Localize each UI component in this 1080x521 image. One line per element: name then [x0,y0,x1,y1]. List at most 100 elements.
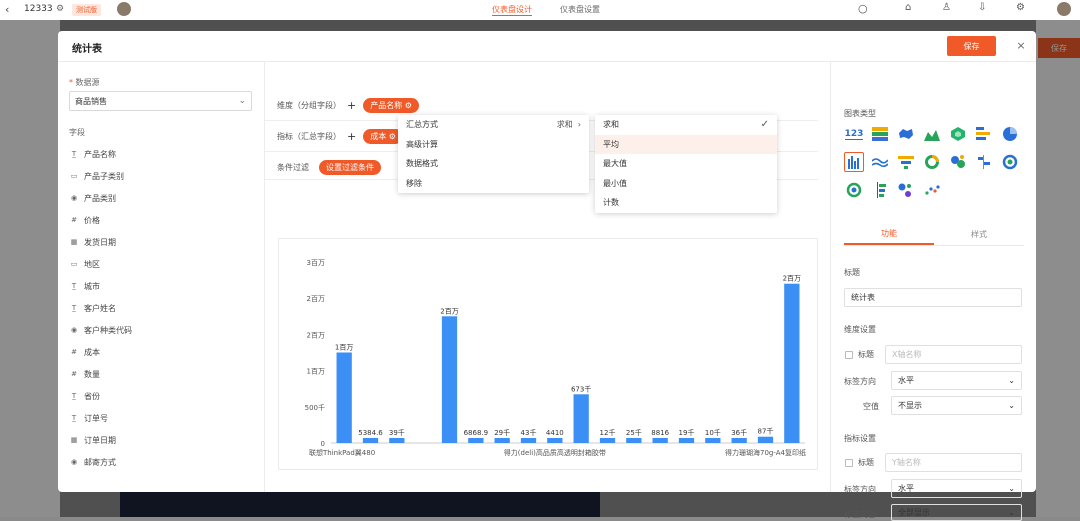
y-axis-name-input[interactable]: Y轴名称 [885,453,1022,472]
field-item[interactable]: T̲ 产品名称 [69,143,132,165]
label-content-label: 标签内容 [844,510,876,519]
save-button[interactable]: 保存 [947,36,996,56]
dimension-label: 维度（分组字段） [277,101,341,110]
x-axis-name-input[interactable]: X轴名称 [885,345,1022,364]
submenu-item-max[interactable]: 最大值 [595,154,777,174]
field-item[interactable]: T̲ 订单号 [69,407,132,429]
map-chart-icon[interactable] [896,124,916,144]
datasource-label: * 数据源 [69,78,100,87]
label-direction-select[interactable]: 水平 ⌄ [891,371,1022,390]
donut-chart-icon[interactable] [922,152,942,172]
settings-icon[interactable]: ⚙ [56,4,64,14]
y-tick-label: 1百万 [307,368,325,376]
scatter-bubble-icon[interactable] [896,180,916,200]
field-item[interactable]: T̲ 客户姓名 [69,297,132,319]
menu-item-advanced[interactable]: 高级计算 [398,135,589,155]
field-item[interactable]: # 价格 [69,209,132,231]
add-dimension-icon[interactable]: + [347,99,356,112]
area-chart-icon[interactable] [922,124,942,144]
search-icon[interactable]: ○ [858,2,868,15]
menu-item-label: 高级计算 [406,139,438,149]
y-tick-label: 500千 [305,403,325,412]
tab-dashboard-settings[interactable]: 仪表盘设置 [560,4,600,15]
empty-value-label: 空值 [863,402,879,411]
home-icon[interactable]: ⌂ [905,2,911,13]
field-item[interactable]: ▦ 订单日期 [69,429,132,451]
horizontal-bar-icon[interactable] [974,124,994,144]
shirt-icon[interactable]: ♙ [942,2,951,13]
field-item[interactable]: T̲ 城市 [69,275,132,297]
title-input[interactable]: 统计表 [844,288,1022,307]
settings-tabs: 功能 样式 [844,224,1024,246]
bar-data-label: 8816 [651,429,669,437]
field-item[interactable]: # 成本 [69,341,132,363]
number-field-icon: # [71,216,77,224]
chart-bar [599,438,616,443]
title-label: 标题 [844,268,860,277]
properties-panel: 图表类型 123 功能 样式 标题 统计表 维度设置 标题 X轴名称 标签方向 … [830,62,1036,521]
progress-ring-icon[interactable] [844,180,864,200]
submenu-item-min[interactable]: 最小值 [595,174,777,194]
download-icon[interactable]: ⇩ [978,2,986,13]
profile-avatar[interactable] [1057,2,1071,16]
scatter-chart-icon[interactable] [922,180,942,200]
submenu-item-label: 最小值 [603,178,627,188]
pie-chart-icon[interactable] [1000,124,1020,144]
user-avatar[interactable] [117,2,131,16]
chart-bar [731,438,747,443]
submenu-item-label: 最大值 [603,159,627,169]
tab-style[interactable]: 样式 [934,224,1024,245]
empty-value-select[interactable]: 不显示 ⌄ [891,396,1022,415]
gear-icon[interactable]: ⚙ [1016,2,1025,13]
field-item[interactable]: # 数量 [69,363,132,385]
submenu-item-sum[interactable]: 求和 ✓ [595,115,777,135]
table-chart-icon[interactable] [870,124,890,144]
metric-pill[interactable]: 成本 ⚙ [363,129,403,144]
submenu-item-avg[interactable]: 平均 [595,134,777,154]
submenu-item-label: 求和 [603,120,619,130]
line-chart-icon[interactable] [870,152,890,172]
add-metric-icon[interactable]: + [347,130,356,143]
field-item[interactable]: ◉ 邮寄方式 [69,451,132,473]
column-chart-icon[interactable] [844,152,864,172]
gauge-chart-icon[interactable] [1000,152,1020,172]
tab-function[interactable]: 功能 [844,224,934,245]
bar-data-label: 19千 [679,428,695,437]
close-icon[interactable]: × [1014,38,1028,52]
radar-chart-icon[interactable] [948,124,968,144]
boxplot-chart-icon[interactable] [870,180,890,200]
field-item[interactable]: ◉ 产品类别 [69,187,132,209]
submenu-item-count[interactable]: 计数 [595,193,777,213]
field-item[interactable]: T̲ 省份 [69,385,132,407]
metric-label-direction-select[interactable]: 水平 ⌄ [891,479,1022,498]
dimension-title-checkbox[interactable] [845,351,853,359]
tab-dashboard-design[interactable]: 仪表盘设计 [492,4,532,16]
field-item[interactable]: ▭ 地区 [69,253,132,275]
metric-title-checkbox[interactable] [845,459,853,467]
field-label: 发货日期 [84,237,116,247]
datasource-select[interactable]: 商品销售 ⌄ [69,91,252,111]
bar-data-label: 29千 [494,428,510,437]
menu-item-remove[interactable]: 移除 [398,174,589,194]
field-item[interactable]: ▭ 产品子类别 [69,165,132,187]
menu-item-aggregation[interactable]: 汇总方式 求和 › [398,115,589,135]
chart-bar [389,438,405,443]
field-label: 省份 [84,391,100,401]
dimension-pill[interactable]: 产品名称 ⚙ [363,98,419,113]
funnel-chart-icon[interactable] [896,152,916,172]
field-item[interactable]: ◉ 客户种类代码 [69,319,132,341]
dimension-title-label: 标题 [858,350,874,359]
diverging-bar-icon[interactable] [974,152,994,172]
set-filter-button[interactable]: 设置过滤条件 [319,160,381,175]
option-field-icon: ◉ [70,458,78,466]
number-chart-icon[interactable]: 123 [844,124,864,144]
bubble-chart-icon[interactable] [948,152,968,172]
chart-bar [705,438,721,443]
back-icon[interactable]: ‹ [5,3,9,16]
field-item[interactable]: ▦ 发货日期 [69,231,132,253]
chart-bar [520,438,537,443]
label-content-select[interactable]: 全部显示 ⌄ [891,504,1022,521]
text-field-icon: T̲ [71,304,77,312]
field-label: 产品类别 [84,193,116,203]
menu-item-format[interactable]: 数据格式 [398,154,589,174]
